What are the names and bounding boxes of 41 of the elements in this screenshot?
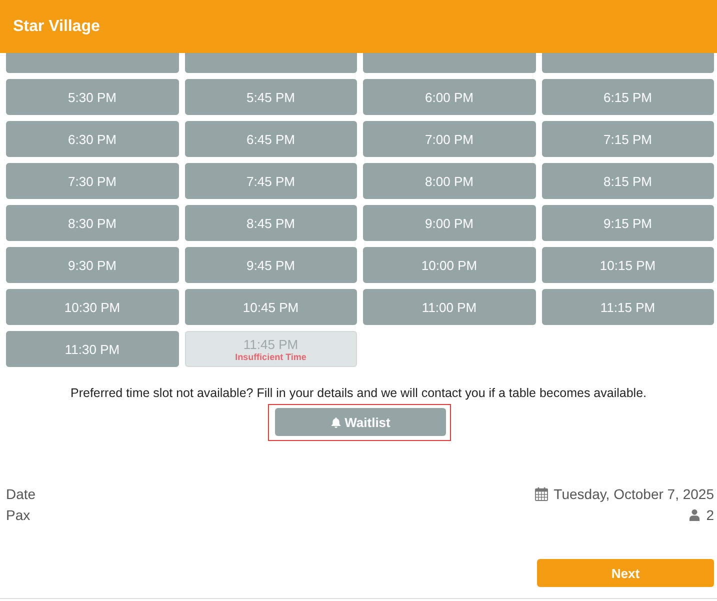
time-slot-button[interactable]: 11:30 PM xyxy=(6,331,178,367)
time-slot-button[interactable]: 10:00 PM xyxy=(363,247,536,283)
time-slot-button[interactable]: 5:30 PM xyxy=(6,79,178,115)
time-slot-button[interactable] xyxy=(363,53,536,73)
time-slot-button[interactable]: 6:45 PM xyxy=(184,121,357,157)
time-slot-button[interactable] xyxy=(6,53,178,73)
time-slot-button[interactable]: 10:30 PM xyxy=(6,289,178,325)
time-slot-button[interactable]: 8:30 PM xyxy=(6,205,178,241)
summary-label: Date xyxy=(6,486,36,502)
summary-value: Tuesday, October 7, 2025 xyxy=(554,486,714,502)
time-slot-button[interactable]: 9:45 PM xyxy=(184,247,357,283)
time-slot-button[interactable]: 9:15 PM xyxy=(542,205,714,241)
waitlist-button[interactable]: Waitlist xyxy=(275,408,446,436)
time-slot-button[interactable]: 8:15 PM xyxy=(542,163,714,199)
bell-icon xyxy=(330,416,341,428)
next-button[interactable]: Next xyxy=(537,559,714,587)
time-slot-button[interactable]: 6:30 PM xyxy=(6,121,178,157)
time-slot-button[interactable]: 7:00 PM xyxy=(363,121,536,157)
time-slot-button[interactable]: 8:00 PM xyxy=(363,163,536,199)
time-slot-button[interactable]: 10:45 PM xyxy=(184,289,357,325)
time-slot-button[interactable]: 6:00 PM xyxy=(363,79,536,115)
time-slot-button[interactable] xyxy=(184,53,357,73)
calendar-icon xyxy=(534,486,548,500)
slot-note: Insufficient Time xyxy=(235,352,306,362)
time-slot-button[interactable]: 10:15 PM xyxy=(542,247,714,283)
time-slot-button[interactable]: 9:00 PM xyxy=(363,205,536,241)
time-slot-button[interactable]: 11:15 PM xyxy=(542,289,714,325)
time-slot-button[interactable]: 8:45 PM xyxy=(184,205,357,241)
time-slot-button[interactable]: 5:45 PM xyxy=(184,79,357,115)
restaurant-name: Star Village xyxy=(13,18,100,36)
time-slot-button[interactable]: 6:15 PM xyxy=(542,79,714,115)
waitlist-message: Preferred time slot not available? Fill in your details and we will contact you if a table becomes available. xyxy=(70,386,648,401)
summary-label: Pax xyxy=(6,506,30,522)
time-slot-button[interactable]: 7:15 PM xyxy=(542,121,714,157)
time-slot-button[interactable]: 9:30 PM xyxy=(6,247,178,283)
time-slot-button[interactable] xyxy=(542,53,714,73)
time-slot-button[interactable]: 11:00 PM xyxy=(363,289,536,325)
summary-value: 2 xyxy=(706,506,714,522)
person-icon xyxy=(689,508,700,520)
time-slot-button[interactable]: 7:45 PM xyxy=(184,163,357,199)
time-slot-button[interactable]: 7:30 PM xyxy=(6,163,178,199)
